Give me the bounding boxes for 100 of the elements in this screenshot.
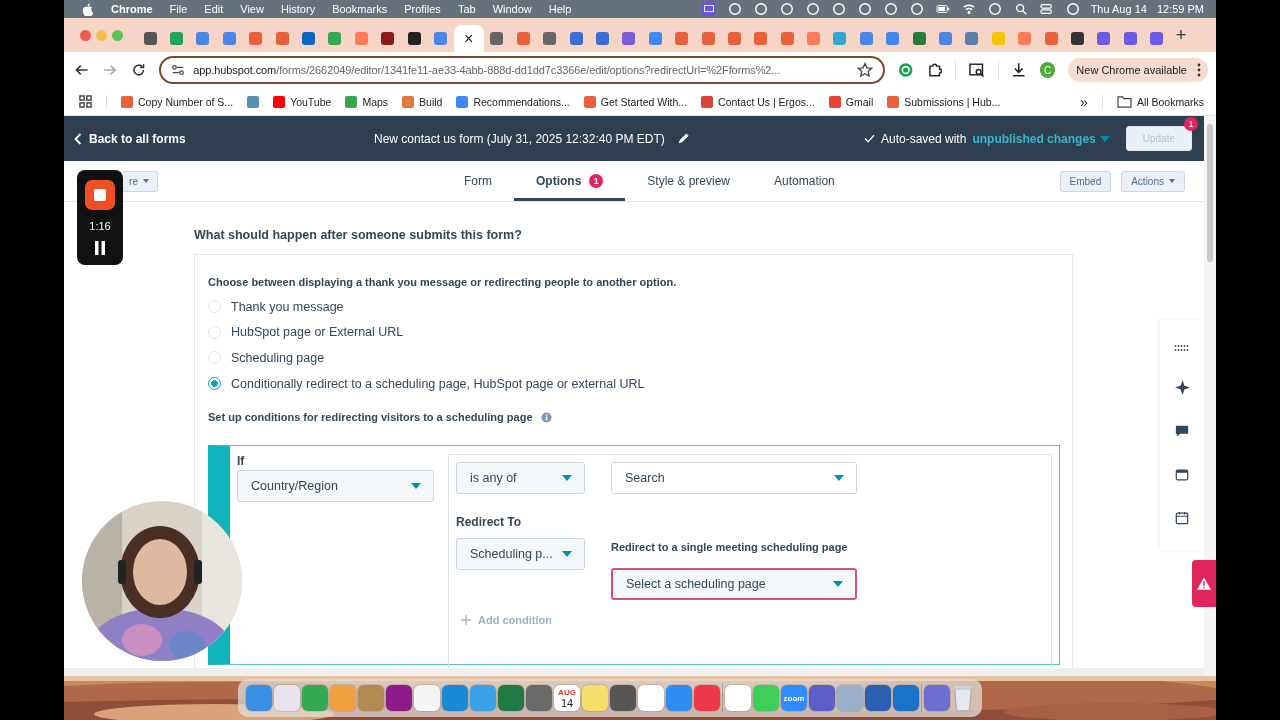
menu-item[interactable]: View	[240, 3, 264, 15]
bookmark-item[interactable]: Gmail	[828, 95, 874, 108]
dropdown-button[interactable]: re	[123, 170, 158, 192]
radio-option[interactable]: Conditionally redirect to a scheduling page, HubSpot page or external URL	[208, 370, 1072, 397]
all-bookmarks-button[interactable]: All Bookmarks	[1116, 95, 1204, 108]
app-icon[interactable]	[809, 685, 835, 711]
menu-item[interactable]: History	[280, 3, 316, 15]
app-icon[interactable]	[725, 685, 751, 711]
more-bookmarks-button[interactable]: »	[1080, 93, 1088, 110]
calendar-icon[interactable]	[1175, 511, 1189, 526]
window-icon[interactable]	[1175, 467, 1189, 482]
unpublished-changes-link[interactable]: unpublished changes	[972, 131, 1110, 146]
puzzle-icon[interactable]	[926, 62, 943, 78]
form-tab[interactable]: Options 1	[514, 161, 626, 201]
horizontal-scrollbar[interactable]	[64, 668, 1204, 676]
app-icon[interactable]	[442, 685, 468, 711]
tab-search-icon[interactable]	[969, 62, 985, 78]
radio-option[interactable]: Scheduling page	[208, 345, 1072, 371]
scrollbar-thumb[interactable]	[1207, 124, 1213, 262]
sparkle-icon[interactable]	[1174, 380, 1190, 396]
apple-icon[interactable]	[82, 2, 93, 16]
address-bar[interactable]: app.hubspot.com/forms/2662049/editor/1341fe11-ae33-4abb-888d-dd1dd7c3366e/edit/options?redirectUrl=%2Fforms%2...	[159, 56, 886, 84]
update-chrome-button[interactable]: New Chrome available	[1068, 58, 1208, 82]
value-select[interactable]: Search	[611, 462, 857, 495]
app-icon[interactable]	[694, 685, 720, 711]
alert-tab[interactable]	[1192, 560, 1216, 607]
extension-icon[interactable]	[898, 62, 914, 78]
circle-icon[interactable]	[830, 2, 847, 16]
menu-item[interactable]: Help	[548, 3, 572, 15]
menu-item[interactable]: Window	[492, 3, 532, 15]
site-settings-icon[interactable]	[171, 63, 186, 77]
radio-button[interactable]	[208, 377, 221, 391]
browser-tab[interactable]: ×	[453, 25, 484, 53]
close-window-button[interactable]	[80, 29, 91, 41]
bookmark-item[interactable]: Recommendations...	[456, 95, 570, 108]
property-select[interactable]: Country/Region	[237, 470, 434, 503]
menu-item[interactable]: Edit	[204, 3, 224, 15]
app-icon[interactable]	[526, 685, 552, 711]
back-link[interactable]: Back to all forms	[74, 131, 186, 146]
redirect-type-select[interactable]: Scheduling p...	[456, 538, 585, 571]
info-icon[interactable]	[540, 411, 552, 423]
menu-app-name[interactable]: Chrome	[111, 3, 153, 15]
scheduling-page-select[interactable]: Select a scheduling page	[611, 568, 857, 601]
circle-icon[interactable]	[986, 2, 1003, 16]
bookmark-item[interactable]: YouTube	[273, 95, 332, 108]
back-icon[interactable]	[74, 62, 90, 78]
reload-icon[interactable]	[130, 62, 147, 78]
form-tab[interactable]: Automation	[752, 161, 857, 201]
circle-icon[interactable]	[804, 2, 821, 16]
calendar-app-icon[interactable]: AUG 14	[554, 685, 580, 711]
stop-recording-button[interactable]	[85, 179, 115, 210]
bookmark-item[interactable]: Build	[402, 95, 443, 108]
control-center-icon[interactable]	[1038, 2, 1055, 16]
menu-bar-time[interactable]: 12:59 PM	[1156, 3, 1204, 15]
bookmark-item[interactable]: Contact Us | Ergos...	[701, 95, 815, 108]
pencil-icon[interactable]	[676, 132, 690, 145]
menu-item[interactable]: Bookmarks	[332, 3, 388, 15]
circle-icon[interactable]	[726, 2, 743, 16]
circle-icon[interactable]	[856, 2, 873, 16]
menu-item[interactable]: Tab	[457, 3, 476, 15]
app-icon[interactable]	[246, 685, 272, 711]
form-tab[interactable]: Form	[442, 161, 514, 201]
menu-bar-date[interactable]: Thu Aug 14	[1090, 3, 1147, 15]
app-icon[interactable]	[666, 685, 692, 711]
circle-icon[interactable]	[908, 2, 925, 16]
radio-option[interactable]: HubSpot page or External URL	[208, 319, 1072, 346]
app-icon[interactable]	[638, 685, 664, 711]
bookmark-star-icon[interactable]	[857, 62, 874, 78]
app-icon[interactable]	[414, 685, 440, 711]
embed-button[interactable]: Embed	[1059, 170, 1112, 192]
app-icon[interactable]	[924, 685, 950, 711]
apps-grid-icon[interactable]	[79, 95, 92, 108]
kebab-menu-icon[interactable]	[1197, 63, 1201, 77]
circle-icon[interactable]	[882, 2, 899, 16]
app-icon[interactable]	[893, 685, 919, 711]
bookmark-item[interactable]: Submissions | Hub...	[887, 95, 1001, 108]
zoom-window-button[interactable]	[112, 29, 123, 41]
app-icon[interactable]	[865, 685, 891, 711]
screen-share-icon[interactable]	[700, 2, 717, 16]
grid-dots-icon[interactable]	[1174, 344, 1190, 351]
bookmark-icon[interactable]	[247, 95, 260, 108]
form-tab[interactable]: Style & preview	[625, 161, 753, 201]
circle-icon[interactable]	[778, 2, 795, 16]
bookmark-item[interactable]: Maps	[345, 95, 389, 108]
download-icon[interactable]	[1011, 62, 1027, 78]
battery-icon[interactable]	[934, 2, 951, 16]
chat-icon[interactable]	[1175, 424, 1189, 439]
app-icon[interactable]	[610, 685, 636, 711]
app-icon[interactable]	[498, 685, 524, 711]
operator-select[interactable]: is any of	[456, 462, 585, 495]
trash-icon[interactable]	[952, 684, 974, 712]
bookmark-item[interactable]: Copy Number of S...	[121, 95, 234, 108]
circle-icon[interactable]	[1064, 2, 1081, 16]
app-icon[interactable]	[386, 685, 412, 711]
circle-icon[interactable]	[752, 2, 769, 16]
bookmark-item[interactable]: Get Started With...	[583, 95, 688, 108]
radio-option[interactable]: Thank you message	[208, 294, 1072, 320]
menu-item[interactable]: Profiles	[404, 3, 441, 15]
new-tab-button[interactable]: +	[1175, 24, 1187, 46]
forward-icon[interactable]	[102, 62, 118, 78]
